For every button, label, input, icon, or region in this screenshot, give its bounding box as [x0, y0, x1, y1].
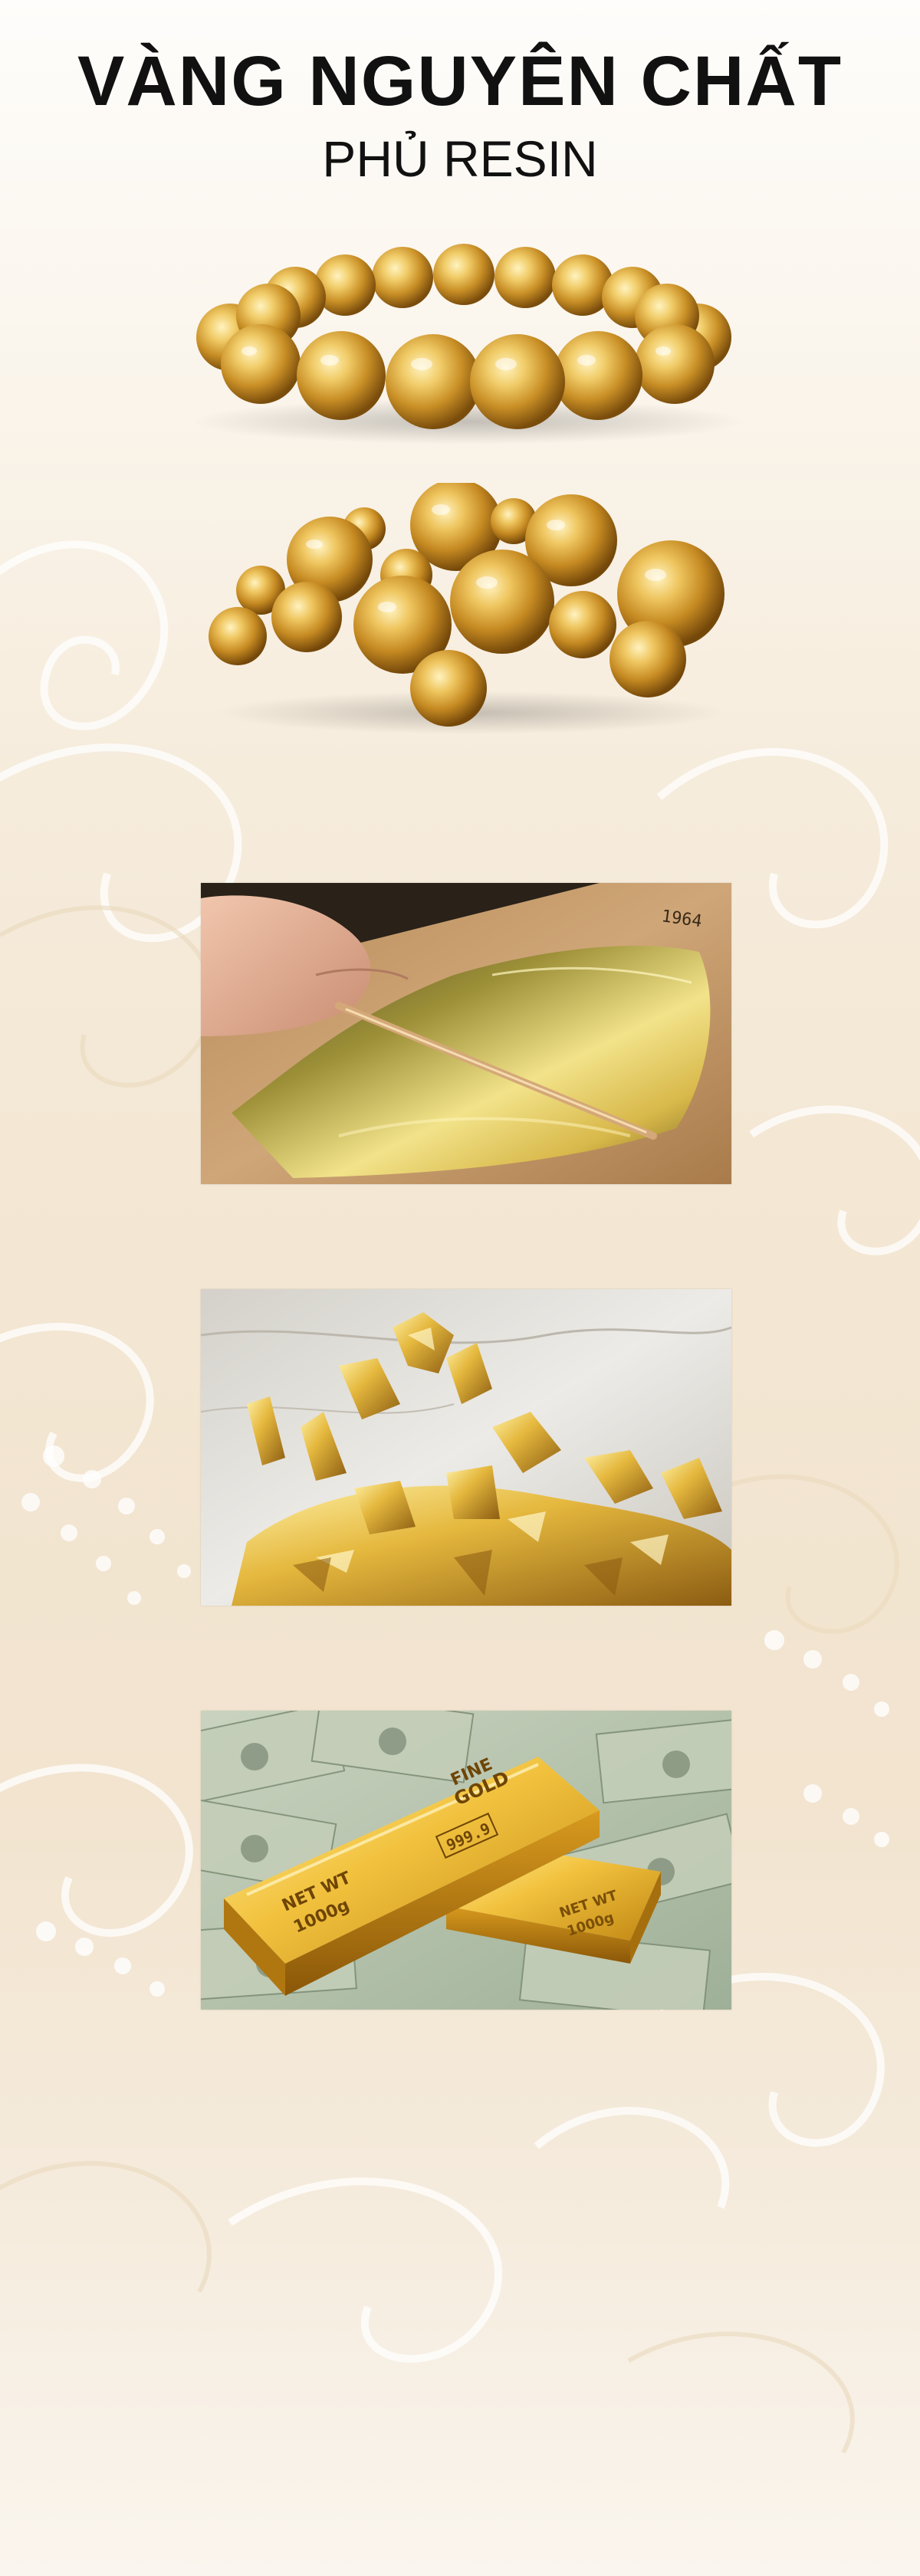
gold-bars-photo-icon: NET WT 1000g FINE GOLD 999.9 NET WT 1000…: [201, 1711, 731, 2010]
gold-bars-on-dollars-image: NET WT 1000g FINE GOLD 999.9 NET WT 1000…: [201, 1711, 731, 2010]
gold-leaf-sheet-image: 1964: [201, 883, 731, 1184]
bracelet-photo-icon: [192, 244, 744, 445]
gold-flakes-photo-icon: [201, 1289, 731, 1606]
header: VÀNG NGUYÊN CHẤT PHỦ RESIN: [0, 46, 920, 184]
loose-gold-beads-image: [207, 479, 736, 736]
beads-photo-icon: [209, 479, 724, 734]
gold-leaf-photo-icon: 1964: [201, 883, 731, 1184]
page-title: VÀNG NGUYÊN CHẤT: [77, 42, 843, 120]
gold-bead-bracelet-image: [169, 230, 767, 452]
page-subtitle: PHỦ RESIN: [322, 130, 598, 187]
gold-flakes-image: [201, 1289, 731, 1606]
